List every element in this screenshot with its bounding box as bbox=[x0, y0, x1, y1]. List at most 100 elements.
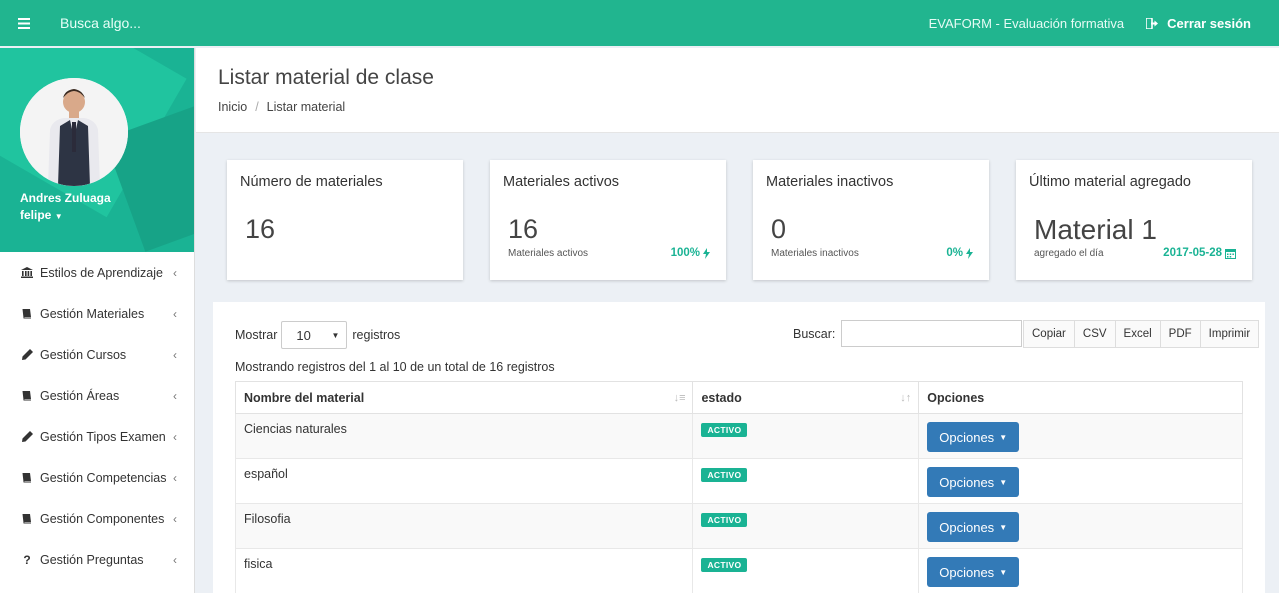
sidebar-item-label: Gestión Cursos bbox=[40, 347, 127, 362]
sidebar-item-materiales[interactable]: Gestión Materiales ‹ bbox=[0, 293, 194, 334]
caret-down-icon: ▼ bbox=[999, 522, 1008, 532]
records-label: registros bbox=[352, 328, 401, 342]
chevron-left-icon: ‹ bbox=[173, 429, 177, 444]
sidebar-item-label: Gestión Tipos Examen bbox=[40, 429, 166, 444]
options-dropdown-button[interactable]: Opciones ▼ bbox=[927, 512, 1020, 542]
card-value: 16 bbox=[245, 214, 276, 244]
search-input[interactable]: Busca algo... bbox=[60, 15, 141, 31]
column-header-status[interactable]: estado ↓↑ bbox=[692, 381, 920, 414]
table-info: Mostrando registros del 1 al 10 de un to… bbox=[235, 360, 555, 374]
show-label: Mostrar bbox=[235, 328, 278, 342]
column-header-options: Opciones bbox=[918, 381, 1243, 414]
sidebar: Andres Zuluaga felipe ▼ Estilos de Apren… bbox=[0, 48, 195, 593]
pencil-icon bbox=[20, 349, 34, 360]
breadcrumb-home-link[interactable]: Inicio bbox=[218, 100, 247, 114]
user-dropdown[interactable]: felipe ▼ bbox=[20, 208, 63, 222]
card-title: Materiales activos bbox=[503, 174, 620, 190]
stat-card-total: Número de materiales 16 bbox=[227, 160, 463, 280]
material-name: Ciencias naturales bbox=[234, 413, 694, 459]
book-icon bbox=[20, 472, 34, 483]
material-name: fisica bbox=[234, 548, 694, 593]
book-icon bbox=[20, 308, 34, 319]
stat-card-active: Materiales activos 16 Materiales activos… bbox=[490, 160, 726, 280]
status-badge: ACTIVO bbox=[701, 423, 748, 437]
chevron-left-icon: ‹ bbox=[173, 306, 177, 321]
sidebar-item-competencias[interactable]: Gestión Competencias ‹ bbox=[0, 457, 194, 498]
sidebar-item-label: Gestión Preguntas bbox=[40, 552, 144, 567]
sort-alpha-icon: ↓≡ bbox=[673, 392, 686, 404]
table-row: Filosofia ACTIVO Opciones ▼ bbox=[234, 503, 1243, 549]
page-length-control: Mostrar 10 ▼ registros bbox=[235, 321, 400, 349]
table-row: Ciencias naturales ACTIVO Opciones ▼ bbox=[234, 413, 1243, 459]
content-header: Listar material de clase Inicio / Listar m… bbox=[196, 48, 1279, 133]
column-header-name[interactable]: Nombre del material ↓≡ bbox=[234, 381, 694, 414]
stat-card-last-added: Último material agregado Material 1 agre… bbox=[1016, 160, 1252, 280]
sidebar-item-label: Gestión Competencias bbox=[40, 470, 167, 485]
chevron-left-icon: ‹ bbox=[173, 388, 177, 403]
caret-down-icon: ▼ bbox=[999, 432, 1008, 442]
options-dropdown-button[interactable]: Opciones ▼ bbox=[927, 467, 1020, 497]
sidebar-item-componentes[interactable]: Gestión Componentes ‹ bbox=[0, 498, 194, 539]
material-name: español bbox=[234, 458, 694, 504]
book-icon bbox=[20, 513, 34, 524]
sidebar-item-preguntas[interactable]: ? Gestión Preguntas ‹ bbox=[0, 539, 194, 580]
copy-button[interactable]: Copiar bbox=[1023, 320, 1075, 348]
bolt-icon bbox=[966, 247, 973, 259]
csv-button[interactable]: CSV bbox=[1073, 320, 1116, 348]
pdf-button[interactable]: PDF bbox=[1159, 320, 1201, 348]
card-percent: 0% bbox=[946, 247, 973, 259]
user-name: Andres Zuluaga bbox=[20, 191, 111, 205]
sign-out-icon bbox=[1146, 17, 1159, 29]
chevron-left-icon: ‹ bbox=[173, 552, 177, 567]
bolt-icon bbox=[703, 247, 710, 259]
card-title: Último material agregado bbox=[1029, 174, 1191, 190]
sidebar-item-cursos[interactable]: Gestión Cursos ‹ bbox=[0, 334, 194, 375]
card-value: Material 1 bbox=[1034, 214, 1157, 245]
caret-down-icon: ▼ bbox=[999, 477, 1008, 487]
caret-down-icon: ▼ bbox=[54, 212, 63, 221]
sidebar-item-estilos[interactable]: Estilos de Aprendizaje ‹ bbox=[0, 252, 194, 293]
logout-button[interactable]: Cerrar sesión bbox=[1146, 16, 1251, 31]
caret-down-icon: ▼ bbox=[999, 567, 1008, 577]
sidebar-item-label: Estilos de Aprendizaje bbox=[40, 265, 163, 280]
chevron-left-icon: ‹ bbox=[173, 511, 177, 526]
options-dropdown-button[interactable]: Opciones ▼ bbox=[927, 557, 1020, 587]
top-navbar: Busca algo... EVAFORM - Evaluación forma… bbox=[0, 0, 1279, 46]
sidebar-item-areas[interactable]: Gestión Áreas ‹ bbox=[0, 375, 194, 416]
print-button[interactable]: Imprimir bbox=[1199, 320, 1260, 348]
card-subtitle: Materiales activos bbox=[508, 248, 589, 259]
status-badge: ACTIVO bbox=[701, 558, 748, 572]
avatar[interactable] bbox=[20, 78, 128, 186]
sidebar-item-label: Gestión Componentes bbox=[40, 511, 165, 526]
card-value: 16 bbox=[508, 214, 539, 244]
materials-table: Nombre del material ↓≡ estado ↓↑ Opciones … bbox=[234, 381, 1243, 593]
chevron-left-icon: ‹ bbox=[173, 265, 177, 280]
hamburger-menu-icon[interactable] bbox=[0, 0, 48, 46]
status-badge: ACTIVO bbox=[701, 468, 748, 482]
sidebar-nav: Estilos de Aprendizaje ‹ Gestión Materia… bbox=[0, 252, 194, 580]
breadcrumb-current: Listar material bbox=[266, 100, 346, 114]
user-profile-panel: Andres Zuluaga felipe ▼ bbox=[0, 48, 194, 252]
card-value: 0 bbox=[771, 214, 787, 244]
export-buttons: Copiar CSV Excel PDF Imprimir bbox=[1023, 320, 1260, 348]
sidebar-item-tipos-examen[interactable]: Gestión Tipos Examen ‹ bbox=[0, 416, 194, 457]
options-dropdown-button[interactable]: Opciones ▼ bbox=[927, 422, 1020, 452]
card-date: 2017-05-28 bbox=[1163, 247, 1236, 259]
sort-icon: ↓↑ bbox=[900, 392, 912, 404]
app-title: EVAFORM - Evaluación formativa bbox=[928, 15, 1125, 31]
stat-card-inactive: Materiales inactivos 0 Materiales inacti… bbox=[753, 160, 989, 280]
table-search: Buscar: bbox=[793, 320, 1023, 347]
search-label: Buscar: bbox=[793, 326, 836, 341]
calendar-icon bbox=[1225, 248, 1236, 259]
breadcrumb: Inicio / Listar material bbox=[218, 100, 346, 114]
table-row: español ACTIVO Opciones ▼ bbox=[234, 458, 1243, 504]
chevron-left-icon: ‹ bbox=[173, 470, 177, 485]
pencil-icon bbox=[20, 431, 34, 442]
card-title: Número de materiales bbox=[240, 174, 383, 190]
username-label: felipe bbox=[20, 208, 52, 222]
excel-button[interactable]: Excel bbox=[1114, 320, 1161, 348]
card-title: Materiales inactivos bbox=[766, 174, 894, 190]
page-length-select[interactable]: 10 ▼ bbox=[281, 321, 348, 349]
table-search-input[interactable] bbox=[841, 320, 1023, 347]
table-row: fisica ACTIVO Opciones ▼ bbox=[234, 548, 1243, 593]
